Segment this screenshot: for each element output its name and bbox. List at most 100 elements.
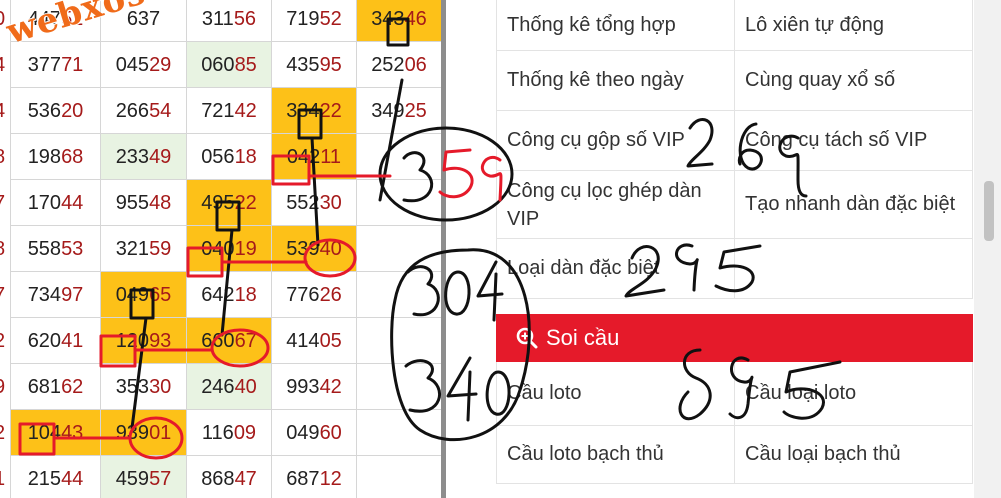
lotto-number-head: 719 (286, 8, 320, 30)
lotto-number-tail: 26 (319, 284, 342, 306)
menu-item-label: Thống kê tổng hợp (507, 13, 676, 36)
menu-item-gop-so[interactable]: Công cụ gộp số VIP (496, 111, 735, 171)
lotto-row-prefix: 7 (0, 272, 8, 318)
menu-item-lo-xien[interactable]: Lô xiên tự động (735, 0, 973, 51)
menu-item-label: Thống kê theo ngày (507, 69, 684, 91)
lotto-number-head: 246 (201, 376, 235, 398)
lotto-row: 262041120936606741405 (0, 318, 441, 364)
lotto-number-tail: 57 (149, 468, 172, 490)
lotto-cell: 53940 (271, 226, 356, 272)
lotto-number-head: 349 (371, 100, 405, 122)
soi-cau-title: Soi cầu (546, 325, 620, 350)
lotto-cell (356, 226, 441, 272)
lotto-number-tail: 65 (149, 284, 172, 306)
menu-item-cau-loai-loto[interactable]: Cầu loại loto (735, 362, 973, 426)
lotto-number-tail: 05 (319, 330, 342, 352)
lotto-number-head: 681 (27, 376, 62, 398)
lotto-row-prefix: 7 (0, 180, 8, 226)
lotto-cell: 31156 (186, 0, 271, 42)
soi-cau-header[interactable]: Soi cầu (496, 314, 973, 362)
lotto-row-prefix: 2 (0, 410, 8, 456)
lotto-number-head: 558 (27, 238, 62, 260)
lotto-row-prefix: 8 (0, 134, 8, 180)
lotto-number-tail: 62 (61, 376, 84, 398)
menu-item-cau-loai-bach-thu[interactable]: Cầu loại bạch thủ (735, 426, 973, 484)
lotto-cell (356, 134, 441, 180)
lotto-row-prefix: 2 (0, 318, 8, 364)
menu-item-loai-dan[interactable]: Loại dàn đặc biệt (496, 239, 735, 299)
lotto-number-head: 552 (286, 192, 320, 214)
menu-item-theo-ngay[interactable]: Thống kê theo ngày (496, 51, 735, 111)
lottery-results-table: 0447516373115671952343464377710452906085… (0, 0, 441, 498)
lotto-cell (356, 410, 441, 456)
lotto-number-tail: 06 (404, 54, 427, 76)
lotto-cell: 68162 (10, 364, 100, 410)
lotto-number-head: 334 (286, 100, 320, 122)
menu-item-cau-loto[interactable]: Cầu loto (496, 362, 735, 426)
lotto-cell: 55230 (271, 180, 356, 226)
menu-item-tao-nhanh[interactable]: Tạo nhanh dàn đặc biệt (735, 171, 973, 239)
lotto-number-tail: 29 (149, 54, 172, 76)
lotto-number-head: 495 (201, 192, 235, 214)
menu-item-loc-ghep[interactable]: Công cụ lọc ghép dàn VIP (496, 171, 735, 239)
lotto-number-head: 377 (27, 54, 62, 76)
lotto-number-head: 776 (286, 284, 320, 306)
lotto-number-tail: 68 (61, 146, 84, 168)
scrollbar-thumb[interactable] (984, 181, 994, 241)
menu-item-label: Cùng quay xổ số (745, 69, 896, 91)
lotto-number-head: 868 (201, 468, 235, 490)
lotto-cell: 71952 (271, 0, 356, 42)
menu-item-tong-hop[interactable]: Thống kê tổng hợp (496, 0, 735, 51)
lotto-row: 45362026654721423342234925 (0, 88, 441, 134)
vertical-scrollbar[interactable] (974, 0, 1001, 498)
lotto-number-tail: 60 (319, 422, 342, 444)
lotto-cell: 55853 (10, 226, 100, 272)
lotto-number-tail: 52 (319, 8, 342, 30)
lotto-cell: 19868 (10, 134, 100, 180)
lotto-number-tail: 54 (149, 100, 172, 122)
menu-item-cung-quay[interactable]: Cùng quay xổ số (735, 51, 973, 111)
lotto-cell: 05618 (186, 134, 271, 180)
lotto-cell: 25206 (356, 42, 441, 88)
menu-item-label: Công cụ tách số VIP (745, 129, 928, 151)
lotto-number-head: 045 (115, 54, 150, 76)
lotto-cell: 12093 (100, 318, 186, 364)
lotto-number-tail: 22 (319, 100, 342, 122)
lotto-row: 43777104529060854359525206 (0, 42, 441, 88)
menu-item-label: Lô xiên tự động (745, 13, 885, 36)
lotto-number-tail: 44 (61, 468, 84, 490)
lotto-cell: 68712 (271, 456, 356, 498)
lotto-number-head: 721 (201, 100, 235, 122)
lotto-row: 968162353302464099342 (0, 364, 441, 410)
lotto-number-head: 353 (115, 376, 150, 398)
lotto-cell: 45957 (100, 456, 186, 498)
lotto-cell: 41405 (271, 318, 356, 364)
lotto-cell: 23349 (100, 134, 186, 180)
lotto-number-tail: 40 (234, 376, 257, 398)
menu-item-label: Cầu loto (507, 382, 582, 404)
lotto-cell: 11609 (186, 410, 271, 456)
lotto-cell: 17044 (10, 180, 100, 226)
lotto-number-tail: 93 (149, 330, 172, 352)
lotto-number-tail: 44 (61, 192, 84, 214)
lotto-cell: 86847 (186, 456, 271, 498)
lotto-cell: 77626 (271, 272, 356, 318)
pane-gutter (446, 0, 496, 498)
lotto-cell: 53620 (10, 88, 100, 134)
lotto-number-tail: 41 (61, 330, 84, 352)
menu-item-label: Công cụ lọc ghép dàn VIP (507, 179, 702, 230)
lotto-number-tail: 97 (61, 284, 84, 306)
menu-item-label: Loại dàn đặc biệt (507, 257, 660, 279)
lotto-number-tail: 22 (234, 192, 257, 214)
lotto-cell: 34346 (356, 0, 441, 42)
lotto-number-head: 620 (27, 330, 62, 352)
lotto-number-tail: 40 (319, 238, 342, 260)
menu-item-tach-so[interactable]: Công cụ tách số VIP (735, 111, 973, 171)
menu-item-cau-bach-thu[interactable]: Cầu loto bạch thủ (496, 426, 735, 484)
lotto-cell (356, 456, 441, 498)
lotto-cell: 62041 (10, 318, 100, 364)
lotto-row: 855853321590401953940 (0, 226, 441, 272)
lotto-number-tail: 48 (149, 192, 172, 214)
lotto-number-head: 414 (286, 330, 320, 352)
lotto-cell: 10443 (10, 410, 100, 456)
